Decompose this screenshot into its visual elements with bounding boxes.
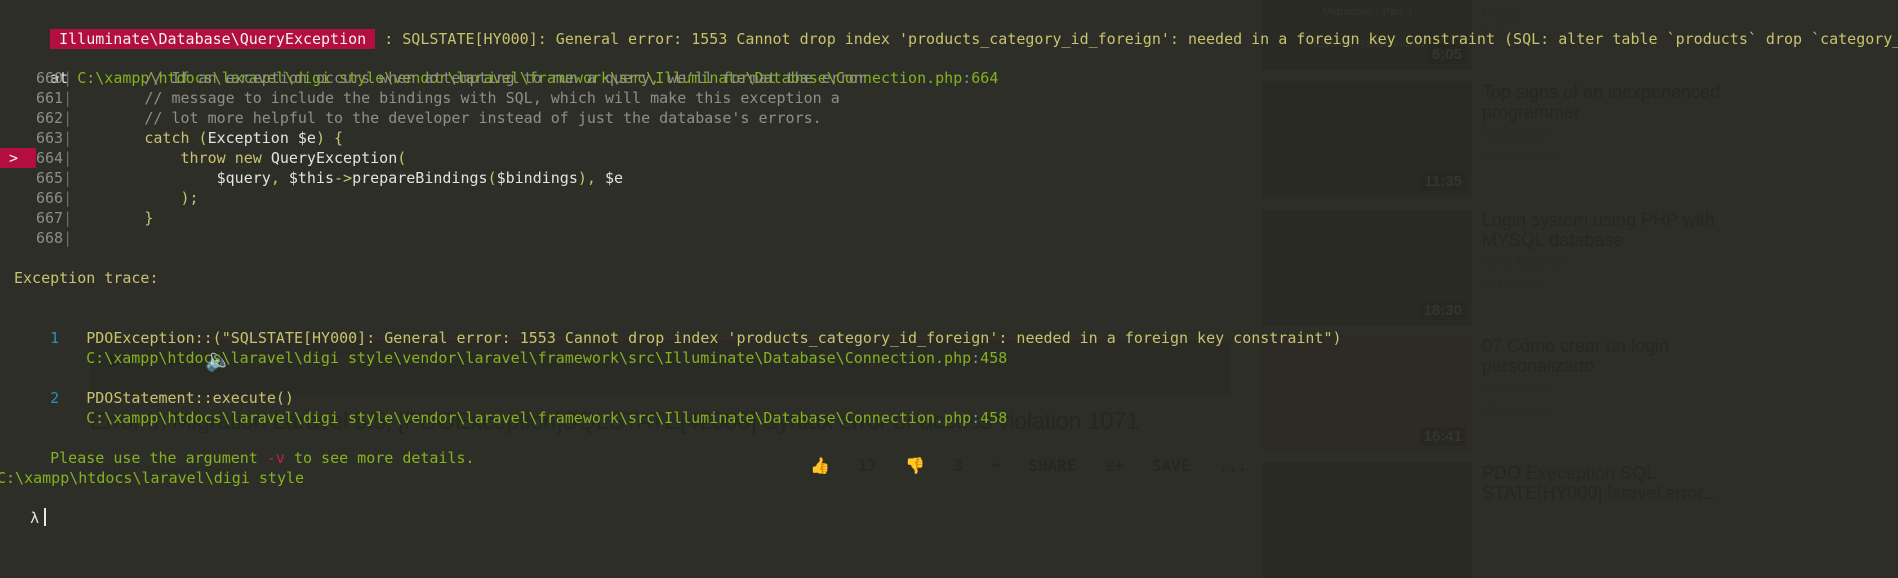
prompt-cwd: C:\xampp\htdocs\laravel\digi style: [0, 469, 305, 487]
trace-frame-line: 458: [980, 349, 1008, 367]
line-number: 666: [36, 189, 64, 207]
code-line-highlighted: > 664| throw new QueryException(: [0, 148, 406, 168]
trace-frame-location: C:\xampp\htdocs\laravel\digi style\vendo…: [50, 388, 1007, 427]
code-line: 662| // lot more helpful to the develope…: [0, 108, 822, 128]
error-header: Illuminate\Database\QueryException : SQL…: [14, 9, 1898, 49]
prompt-symbol: λ: [30, 509, 40, 527]
code-text: }: [72, 209, 154, 227]
code-text: // If an exception occurs when attemptin…: [144, 69, 867, 87]
code-text: // message to include the bindings with …: [144, 89, 840, 107]
location-sep: :: [962, 69, 972, 87]
verbose-hint: Please use the argument -v to see more d…: [14, 428, 474, 467]
line-number: 661: [36, 89, 64, 107]
code-text: // lot more helpful to the developer ins…: [144, 109, 822, 127]
error-location: at C:\xampp\htdocs\laravel\digi style\ve…: [14, 48, 998, 87]
terminal[interactable]: Illuminate\Database\QueryException : SQL…: [0, 0, 1898, 527]
exception-class-badge: Illuminate\Database\QueryException: [50, 29, 376, 49]
gutter-divider: |: [63, 149, 73, 167]
line-number: 664: [36, 149, 64, 167]
text-cursor: [44, 508, 47, 526]
code-line: 667| }: [0, 208, 153, 228]
current-line-marker: >: [0, 148, 36, 168]
gutter-divider: |: [63, 89, 73, 107]
line-number: 662: [36, 109, 64, 127]
prompt-input-line[interactable]: λ: [0, 488, 47, 527]
gutter-divider: |: [63, 129, 73, 147]
code-line: 668|: [0, 228, 72, 248]
gutter-divider: |: [63, 109, 73, 127]
line-number: 667: [36, 209, 64, 227]
gutter-divider: |: [63, 169, 73, 187]
line-number: 663: [36, 129, 64, 147]
trace-frame-sep: :: [971, 409, 981, 427]
gutter-divider: |: [63, 209, 73, 227]
code-text: catch (Exception $e) {: [144, 129, 344, 147]
trace-frame-line: 458: [980, 409, 1008, 427]
code-line: 666| );: [0, 188, 199, 208]
trace-heading: Exception trace:: [14, 269, 159, 287]
trace-frame-path: C:\xampp\htdocs\laravel\digi style\vendo…: [86, 349, 972, 367]
trace-frame: 2 PDOStatement::execute(): [14, 368, 294, 407]
gutter-divider: |: [63, 229, 73, 247]
code-line: 660| // If an exception occurs when atte…: [0, 68, 867, 88]
gutter-divider: |: [63, 189, 73, 207]
gutter-divider: |: [63, 69, 73, 87]
code-text: $query, $this->prepareBindings($bindings…: [216, 169, 624, 187]
error-message: : SQLSTATE[HY000]: General error: 1553 C…: [375, 30, 1898, 48]
code-line: 661| // message to include the bindings …: [0, 88, 840, 108]
code-line: 665| $query, $this->prepareBindings($bin…: [0, 168, 623, 188]
code-text: );: [72, 189, 199, 207]
trace-frame-path: C:\xampp\htdocs\laravel\digi style\vendo…: [86, 409, 972, 427]
trace-frame: 1 PDOException::("SQLSTATE[HY000]: Gener…: [14, 308, 1341, 347]
line-number: 660: [36, 69, 64, 87]
hint-text: Please use the argument: [50, 449, 267, 467]
code-line: 663| catch (Exception $e) {: [0, 128, 343, 148]
trace-frame-location: C:\xampp\htdocs\laravel\digi style\vendo…: [50, 328, 1007, 367]
hint-flag: -v: [266, 449, 285, 467]
hint-text-after: to see more details.: [284, 449, 475, 467]
line-number: 665: [36, 169, 64, 187]
trace-frame-sep: :: [971, 349, 981, 367]
code-text: throw new QueryException(: [180, 149, 407, 167]
location-line: 664: [971, 69, 999, 87]
line-number: 668: [36, 229, 64, 247]
